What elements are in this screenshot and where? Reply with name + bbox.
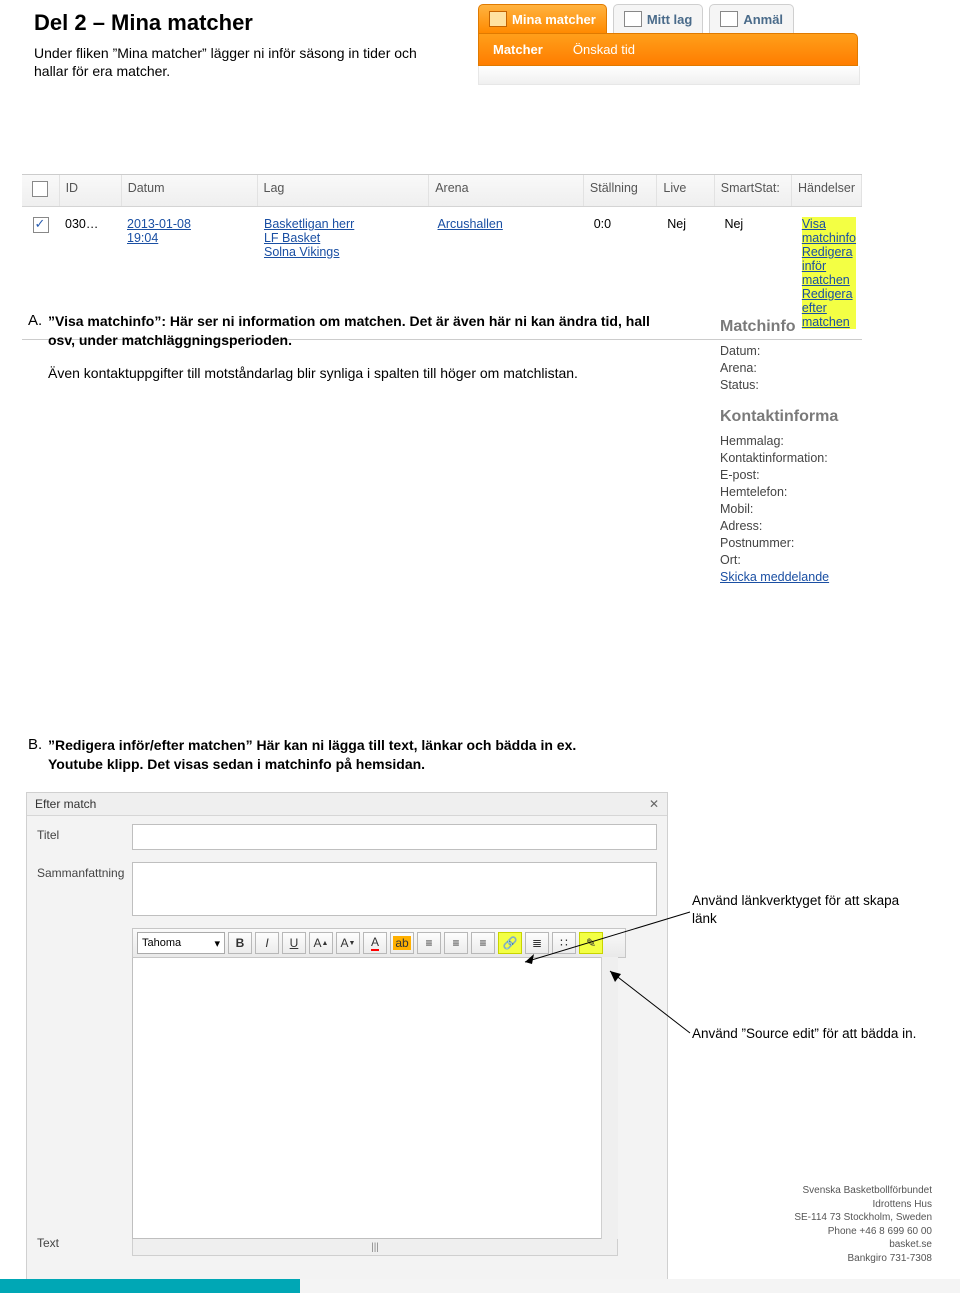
label-ort: Ort: bbox=[720, 553, 870, 567]
table-header: ID Datum Lag Arena Ställning Live SmartS… bbox=[22, 175, 862, 207]
chevron-down-icon: ▾ bbox=[214, 937, 220, 950]
league-link[interactable]: Basketligan herr bbox=[264, 217, 426, 231]
matchinfo-heading: Matchinfo bbox=[720, 318, 870, 336]
font-decrease-button[interactable]: A▼ bbox=[336, 932, 360, 954]
visa-matchinfo-link[interactable]: Visa matchinfo bbox=[802, 217, 856, 245]
list-letter-a: A. bbox=[28, 312, 42, 329]
font-select[interactable]: Tahoma▾ bbox=[137, 932, 225, 954]
col-handelser: Händelser bbox=[792, 175, 862, 206]
col-arena: Arena bbox=[429, 175, 584, 206]
list-letter-b: B. bbox=[28, 736, 42, 753]
cell-live: Nej bbox=[661, 213, 718, 333]
tab-anmal[interactable]: Anmäl bbox=[709, 4, 794, 33]
arena-link[interactable]: Arcushallen bbox=[438, 217, 503, 231]
label-hemmalag: Hemmalag: bbox=[720, 434, 870, 448]
cell-handelser: Visa matchinfo Redigera inför matchen Re… bbox=[796, 213, 862, 333]
match-date-link[interactable]: 2013-01-08 bbox=[127, 217, 252, 231]
redigera-efter-link[interactable]: Redigera efter bbox=[802, 287, 856, 315]
arrow-to-link-button bbox=[520, 910, 695, 970]
col-stallning: Ställning bbox=[584, 175, 657, 206]
label-text: Text bbox=[37, 936, 132, 1250]
skicka-meddelande-link[interactable]: Skicka meddelande bbox=[720, 570, 829, 584]
tab-mina-matcher[interactable]: Mina matcher bbox=[478, 4, 607, 33]
sammanfattning-input[interactable] bbox=[132, 862, 657, 916]
section-b-text: ”Redigera inför/efter matchen” Här kan n… bbox=[48, 736, 608, 774]
label-epost: E-post: bbox=[720, 468, 870, 482]
label-mobil: Mobil: bbox=[720, 502, 870, 516]
bottom-color-bar bbox=[0, 1279, 960, 1293]
italic-button[interactable]: I bbox=[255, 932, 279, 954]
cell-smart: Nej bbox=[718, 213, 795, 333]
header-checkbox[interactable] bbox=[32, 181, 48, 197]
font-increase-button[interactable]: A▲ bbox=[309, 932, 333, 954]
match-time-link[interactable]: 19:04 bbox=[127, 231, 252, 245]
font-color-button[interactable]: A bbox=[363, 932, 387, 954]
subtab-onskad-tid[interactable]: Önskad tid bbox=[573, 42, 635, 57]
label-adress: Adress: bbox=[720, 519, 870, 533]
highlight-button[interactable]: ab bbox=[390, 932, 414, 954]
bold-button[interactable]: B bbox=[228, 932, 252, 954]
team2-link[interactable]: Solna Vikings bbox=[264, 245, 426, 259]
editor-dialog: Efter match ✕ Titel Sammanfattning Tahom… bbox=[26, 792, 668, 1293]
align-right-button[interactable]: ≡ bbox=[471, 932, 495, 954]
label-status: Status: bbox=[720, 378, 870, 392]
col-datum: Datum bbox=[122, 175, 258, 206]
col-id: ID bbox=[60, 175, 122, 206]
arrow-to-source-button bbox=[605, 968, 695, 1038]
page-footer: Svenska Basketbollförbundet Idrottens Hu… bbox=[794, 1184, 932, 1265]
col-lag: Lag bbox=[258, 175, 430, 206]
link-button[interactable]: 🔗 bbox=[498, 932, 522, 954]
text-editor-area[interactable] bbox=[132, 958, 618, 1239]
label-sammanfattning: Sammanfattning bbox=[37, 862, 132, 880]
titel-input[interactable] bbox=[132, 824, 657, 850]
sub-tab-bar: Matcher Önskad tid bbox=[478, 33, 858, 66]
callout-source-edit: Använd ”Source edit” för att bädda in. bbox=[692, 1025, 922, 1043]
kontakt-heading: Kontaktinforma bbox=[720, 408, 870, 426]
subtab-matcher[interactable]: Matcher bbox=[493, 42, 543, 57]
form-icon bbox=[720, 11, 738, 27]
tab-nav-screenshot: Mina matcher Mitt lag Anmäl Matcher Önsk… bbox=[478, 4, 858, 85]
matchinfo-sidebar: Matchinfo Datum: Arena: Status: Kontakti… bbox=[720, 318, 870, 587]
align-left-button[interactable]: ≡ bbox=[417, 932, 441, 954]
underline-button[interactable]: U bbox=[282, 932, 306, 954]
align-center-button[interactable]: ≡ bbox=[444, 932, 468, 954]
tab-mitt-lag[interactable]: Mitt lag bbox=[613, 4, 704, 33]
label-kontaktinfo: Kontaktinformation: bbox=[720, 451, 870, 465]
row-checkbox[interactable] bbox=[33, 217, 49, 233]
label-titel: Titel bbox=[37, 824, 132, 842]
label-hemtelefon: Hemtelefon: bbox=[720, 485, 870, 499]
editor-title: Efter match bbox=[35, 797, 96, 811]
close-icon[interactable]: ✕ bbox=[649, 797, 659, 811]
col-live: Live bbox=[657, 175, 714, 206]
redigera-infor-link[interactable]: Redigera inför bbox=[802, 245, 856, 273]
label-postnummer: Postnummer: bbox=[720, 536, 870, 550]
team1-link[interactable]: LF Basket bbox=[264, 231, 426, 245]
label-datum: Datum: bbox=[720, 344, 870, 358]
section-a-text: ”Visa matchinfo”: Här ser ni information… bbox=[48, 312, 668, 397]
intro-text: Under fliken ”Mina matcher” lägger ni in… bbox=[34, 44, 454, 80]
calendar-icon bbox=[489, 11, 507, 27]
list-icon bbox=[624, 11, 642, 27]
callout-link-tool: Använd länkverktyget för att skapa länk bbox=[692, 892, 922, 927]
col-smartstats: SmartStat: bbox=[715, 175, 792, 206]
label-arena: Arena: bbox=[720, 361, 870, 375]
